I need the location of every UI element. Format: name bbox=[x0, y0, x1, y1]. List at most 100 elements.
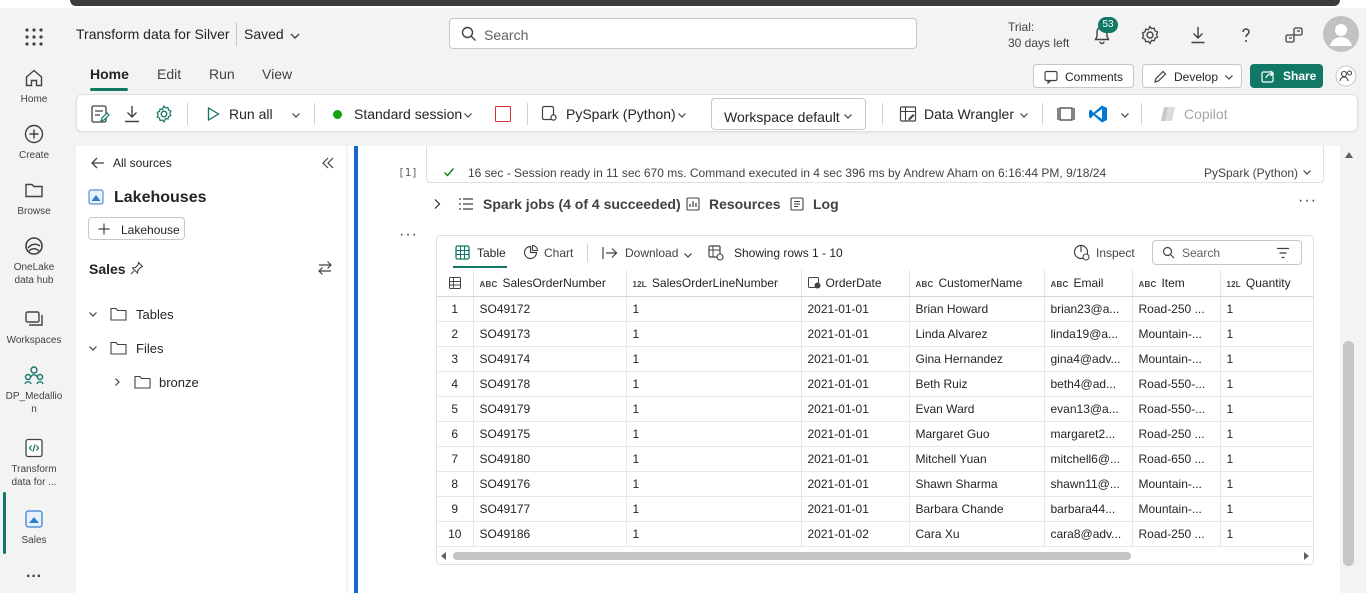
more-options-icon[interactable]: ··· bbox=[1298, 192, 1317, 210]
select-all-cell[interactable] bbox=[437, 270, 474, 297]
row-index-cell[interactable]: 4 bbox=[437, 371, 474, 397]
table-cell[interactable]: Mountain-... bbox=[1132, 471, 1221, 497]
rail-item-workspaces[interactable]: Workspaces bbox=[0, 308, 68, 347]
tab-edit[interactable]: Edit bbox=[157, 66, 181, 82]
column-header[interactable]: ABC Item bbox=[1132, 270, 1221, 297]
table-cell[interactable]: 1 bbox=[1220, 396, 1313, 422]
table-cell[interactable]: Shawn Sharma bbox=[909, 471, 1045, 497]
add-lakehouse-button[interactable]: Lakehouse bbox=[88, 217, 185, 240]
table-cell[interactable]: 2021-01-01 bbox=[801, 346, 910, 372]
log-tab[interactable]: Log bbox=[813, 196, 839, 212]
table-cell[interactable]: Barbara Chande bbox=[909, 496, 1045, 522]
chevron-down-icon[interactable] bbox=[1302, 167, 1312, 177]
table-row[interactable]: 3 SO49174 1 2021-01-01 Gina Hernandez gina4@a… bbox=[437, 346, 1313, 372]
rail-item-browse[interactable]: Browse bbox=[0, 179, 68, 218]
table-cell[interactable]: margaret2... bbox=[1044, 421, 1133, 447]
lakehouse-name[interactable]: Sales bbox=[89, 261, 126, 277]
table-cell[interactable]: linda19@a... bbox=[1044, 321, 1133, 347]
table-cell[interactable]: 2021-01-01 bbox=[801, 471, 910, 497]
filter-icon[interactable] bbox=[1276, 247, 1290, 259]
spark-jobs-summary[interactable]: Spark jobs (4 of 4 succeeded) bbox=[483, 196, 681, 212]
table-cell[interactable]: 2021-01-01 bbox=[801, 396, 910, 422]
table-cell[interactable]: 2021-01-01 bbox=[801, 321, 910, 347]
table-cell[interactable]: 1 bbox=[626, 446, 802, 472]
table-cell[interactable]: 1 bbox=[626, 321, 802, 347]
table-cell[interactable]: 2021-01-01 bbox=[801, 496, 910, 522]
run-all-button[interactable]: Run all bbox=[201, 95, 305, 133]
tab-view[interactable]: View bbox=[262, 66, 292, 82]
row-index-cell[interactable]: 8 bbox=[437, 471, 474, 497]
tab-home[interactable]: Home bbox=[90, 66, 129, 82]
table-cell[interactable]: SO49180 bbox=[473, 446, 627, 472]
chart-view-tab[interactable]: Chart bbox=[544, 246, 573, 260]
share-button[interactable]: Share bbox=[1250, 64, 1323, 88]
table-cell[interactable]: 2021-01-01 bbox=[801, 296, 910, 322]
gear-icon[interactable] bbox=[1139, 24, 1161, 46]
chevron-down-icon[interactable] bbox=[289, 30, 301, 42]
session-selector[interactable]: Standard session bbox=[330, 95, 475, 133]
table-cell[interactable]: gina4@adv... bbox=[1044, 346, 1133, 372]
column-header[interactable]: 12L SalesOrderLineNumber bbox=[626, 270, 802, 297]
focus-mode-icon[interactable] bbox=[1057, 105, 1075, 123]
settings-icon[interactable] bbox=[154, 104, 174, 124]
table-cell[interactable]: SO49186 bbox=[473, 521, 627, 547]
table-cell[interactable]: 2021-01-01 bbox=[801, 446, 910, 472]
avatar[interactable] bbox=[1323, 16, 1359, 52]
all-sources-link[interactable]: All sources bbox=[113, 156, 172, 170]
cell-language[interactable]: PySpark (Python) bbox=[1204, 166, 1298, 180]
table-cell[interactable]: Beth Ruiz bbox=[909, 371, 1045, 397]
table-view-tab[interactable]: Table bbox=[477, 246, 506, 260]
collaborators-icon[interactable] bbox=[1335, 65, 1357, 87]
grid-search-input[interactable]: Search bbox=[1152, 240, 1302, 265]
table-cell[interactable]: Evan Ward bbox=[909, 396, 1045, 422]
table-row[interactable]: 5 SO49179 1 2021-01-01 Evan Ward evan13@a... R… bbox=[437, 396, 1313, 422]
rail-item-create[interactable]: Create bbox=[0, 123, 68, 162]
table-row[interactable]: 2 SO49173 1 2021-01-01 Linda Alvarez linda19@… bbox=[437, 321, 1313, 347]
horizontal-scroll-thumb[interactable] bbox=[453, 552, 1131, 560]
table-cell[interactable]: 1 bbox=[626, 296, 802, 322]
table-cell[interactable]: SO49177 bbox=[473, 496, 627, 522]
feedback-icon[interactable] bbox=[1283, 24, 1305, 46]
chevron-down-icon[interactable] bbox=[683, 250, 693, 260]
column-header[interactable]: ABC SalesOrderNumber bbox=[473, 270, 627, 297]
table-row[interactable]: 4 SO49178 1 2021-01-01 Beth Ruiz beth4@ad... R… bbox=[437, 371, 1313, 397]
scroll-up-icon[interactable] bbox=[1345, 152, 1353, 158]
table-cell[interactable]: SO49174 bbox=[473, 346, 627, 372]
vertical-scroll-thumb[interactable] bbox=[1343, 341, 1354, 566]
table-cell[interactable]: cara8@adv... bbox=[1044, 521, 1133, 547]
table-row[interactable]: 1 SO49172 1 2021-01-01 Brian Howard brian23@a… bbox=[437, 296, 1313, 322]
vscode-icon[interactable] bbox=[1088, 104, 1108, 124]
table-cell[interactable]: Linda Alvarez bbox=[909, 321, 1045, 347]
table-cell[interactable]: SO49175 bbox=[473, 421, 627, 447]
table-cell[interactable]: Road-250 ... bbox=[1132, 421, 1221, 447]
table-cell[interactable]: Road-550-... bbox=[1132, 396, 1221, 422]
table-cell[interactable]: 2021-01-01 bbox=[801, 421, 910, 447]
table-row[interactable]: 10 SO49186 1 2021-01-02 Cara Xu cara8@adv... R… bbox=[437, 521, 1313, 547]
language-selector[interactable]: PySpark (Python) bbox=[541, 95, 691, 133]
environment-selector[interactable]: Workspace default bbox=[711, 98, 866, 130]
table-cell[interactable]: Gina Hernandez bbox=[909, 346, 1045, 372]
table-cell[interactable]: 1 bbox=[1220, 346, 1313, 372]
help-icon[interactable] bbox=[1235, 24, 1257, 46]
more-icon[interactable]: ··· bbox=[0, 569, 68, 585]
table-cell[interactable]: SO49173 bbox=[473, 321, 627, 347]
swap-icon[interactable] bbox=[317, 260, 333, 276]
table-row[interactable]: 9 SO49177 1 2021-01-01 Barbara Chande barbara… bbox=[437, 496, 1313, 522]
row-index-cell[interactable]: 1 bbox=[437, 296, 474, 322]
column-header[interactable]: ABC CustomerName bbox=[909, 270, 1045, 297]
rail-item-onelake[interactable]: OneLake data hub bbox=[0, 235, 68, 287]
table-cell[interactable]: Mitchell Yuan bbox=[909, 446, 1045, 472]
table-cell[interactable]: SO49176 bbox=[473, 471, 627, 497]
pin-icon[interactable] bbox=[130, 261, 144, 275]
table-cell[interactable]: Mountain-... bbox=[1132, 321, 1221, 347]
stop-session-icon[interactable] bbox=[495, 106, 511, 122]
scroll-right-icon[interactable] bbox=[1303, 552, 1309, 560]
table-cell[interactable]: 2021-01-01 bbox=[801, 371, 910, 397]
table-cell[interactable]: Road-550-... bbox=[1132, 371, 1221, 397]
table-cell[interactable]: 1 bbox=[626, 471, 802, 497]
column-header[interactable]: 12L Quantity bbox=[1220, 270, 1313, 297]
table-cell[interactable]: 1 bbox=[1220, 321, 1313, 347]
notebook-settings-icon[interactable] bbox=[90, 104, 110, 124]
table-cell[interactable]: SO49179 bbox=[473, 396, 627, 422]
chevron-right-icon[interactable] bbox=[432, 198, 442, 210]
